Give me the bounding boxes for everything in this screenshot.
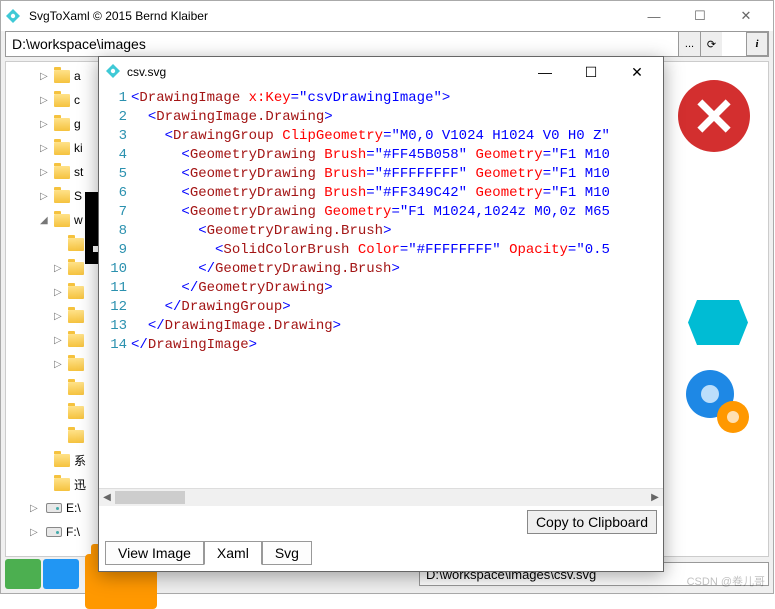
folder-icon [54,166,70,179]
drive-icon [46,503,62,513]
popup-min-button[interactable]: — [531,64,559,81]
scroll-left-icon[interactable]: ◀ [100,491,114,504]
tree-item-label: S [74,189,82,203]
tab-xaml[interactable]: Xaml [204,541,262,565]
expander-icon[interactable]: ▷ [40,143,50,154]
scroll-thumb[interactable] [115,491,185,504]
popup-titlebar[interactable]: csv.svg — ☐ ✕ [99,57,663,87]
watermark: CSDN @卷儿哥 [687,573,765,589]
tab-svg[interactable]: Svg [262,541,312,565]
code-viewer[interactable]: 1234567891011121314 <DrawingImage x:Key=… [99,87,663,488]
tree-folder-item[interactable] [6,424,99,448]
tree-item-label: c [74,93,80,107]
folder-icon [54,214,70,227]
folder-tree[interactable]: ▷a▷c▷g▷ki▷st▷S◢w▷▷▷▷▷系迅▷E:\▷F:\ [5,61,100,557]
scroll-right-icon[interactable]: ▶ [648,491,662,504]
popup-tabs: View Image Xaml Svg [99,538,663,571]
expander-icon[interactable]: ▷ [30,527,40,538]
folder-icon [68,382,84,395]
tree-folder-item[interactable]: ▷ [6,280,99,304]
expander-icon[interactable]: ▷ [40,191,50,202]
folder-icon [54,142,70,155]
expander-icon[interactable]: ▷ [40,95,50,106]
folder-icon [54,478,70,491]
copy-clipboard-button[interactable]: Copy to Clipboard [527,510,657,534]
tree-folder-item[interactable]: ▷c [6,88,99,112]
tree-folder-item[interactable]: ▷ ki [6,136,99,160]
expander-icon[interactable]: ▷ [54,287,64,298]
preview-icon-gear[interactable] [678,362,758,442]
folder-icon [68,430,84,443]
folder-icon [68,334,84,347]
folder-icon [68,238,84,251]
folder-icon [68,406,84,419]
folder-icon [68,262,84,275]
folder-icon [68,310,84,323]
tree-item-label: ki [74,141,83,155]
code-content[interactable]: <DrawingImage x:Key="csvDrawingImage"> <… [131,87,663,488]
expander-icon[interactable]: ▷ [40,119,50,130]
tree-item-label: 迅 [74,476,86,493]
expander-icon[interactable]: ▷ [40,71,50,82]
tree-folder-item[interactable]: 系 [6,448,99,472]
expander-icon[interactable]: ▷ [40,167,50,178]
preview-icon-shape[interactable] [688,300,748,345]
path-bar: ... ⟳ i [5,31,769,57]
popup-app-icon [105,63,121,82]
path-input[interactable] [6,32,678,56]
expander-icon[interactable]: ▷ [54,263,64,274]
close-button[interactable]: ✕ [723,5,769,27]
expander-icon[interactable]: ▷ [54,335,64,346]
tree-folder-item[interactable]: ▷g [6,112,99,136]
tree-folder-item[interactable] [6,376,99,400]
expander-icon[interactable]: ▷ [54,311,64,322]
folder-icon [68,358,84,371]
folder-icon [54,94,70,107]
expander-icon[interactable]: ▷ [54,359,64,370]
tree-folder-item[interactable]: ▷ [6,328,99,352]
tree-folder-item[interactable] [6,400,99,424]
app-title: SvgToXaml © 2015 Bernd Klaiber [29,9,631,23]
drive-icon [46,527,62,537]
browse-button[interactable]: ... [678,32,700,56]
folder-icon [54,454,70,467]
tab-view-image[interactable]: View Image [105,541,204,565]
tree-item-label: F:\ [66,525,80,539]
folder-icon [54,70,70,83]
tree-item-label: a [74,69,81,83]
tree-item-label: E:\ [66,501,81,515]
tree-folder-item[interactable]: ▷ [6,304,99,328]
tree-folder-item[interactable]: ▷a [6,64,99,88]
thumb[interactable] [43,559,79,589]
tree-drive-item[interactable]: ▷ F:\ [6,520,99,544]
xaml-preview-window: csv.svg — ☐ ✕ 1234567891011121314 <Drawi… [98,56,664,572]
tree-folder-item[interactable]: ▷ st [6,160,99,184]
folder-icon [68,286,84,299]
main-titlebar[interactable]: SvgToXaml © 2015 Bernd Klaiber — ☐ ✕ [1,1,773,31]
expander-icon[interactable]: ▷ [30,503,40,514]
preview-icon-close[interactable] [678,80,750,152]
tree-item-label: st [74,165,83,179]
tree-item-label: 系 [74,452,86,469]
min-button[interactable]: — [631,5,677,27]
app-icon [5,8,21,24]
folder-icon [54,190,70,203]
horizontal-scrollbar[interactable]: ◀ ▶ [99,488,663,506]
tree-drive-item[interactable]: ▷ E:\ [6,496,99,520]
expander-icon[interactable]: ◢ [40,215,50,226]
tree-item-label: w [74,213,83,227]
max-button[interactable]: ☐ [677,5,723,27]
popup-max-button[interactable]: ☐ [577,64,605,81]
folder-icon [54,118,70,131]
reload-button[interactable]: ⟳ [700,32,722,56]
line-gutter: 1234567891011121314 [99,87,131,488]
info-button[interactable]: i [746,32,768,56]
tree-folder-item[interactable]: ▷ [6,352,99,376]
thumb[interactable] [5,559,41,589]
tree-item-label: g [74,117,81,131]
tree-folder-item[interactable]: 迅 [6,472,99,496]
popup-close-button[interactable]: ✕ [623,64,651,81]
popup-title: csv.svg [127,65,531,79]
